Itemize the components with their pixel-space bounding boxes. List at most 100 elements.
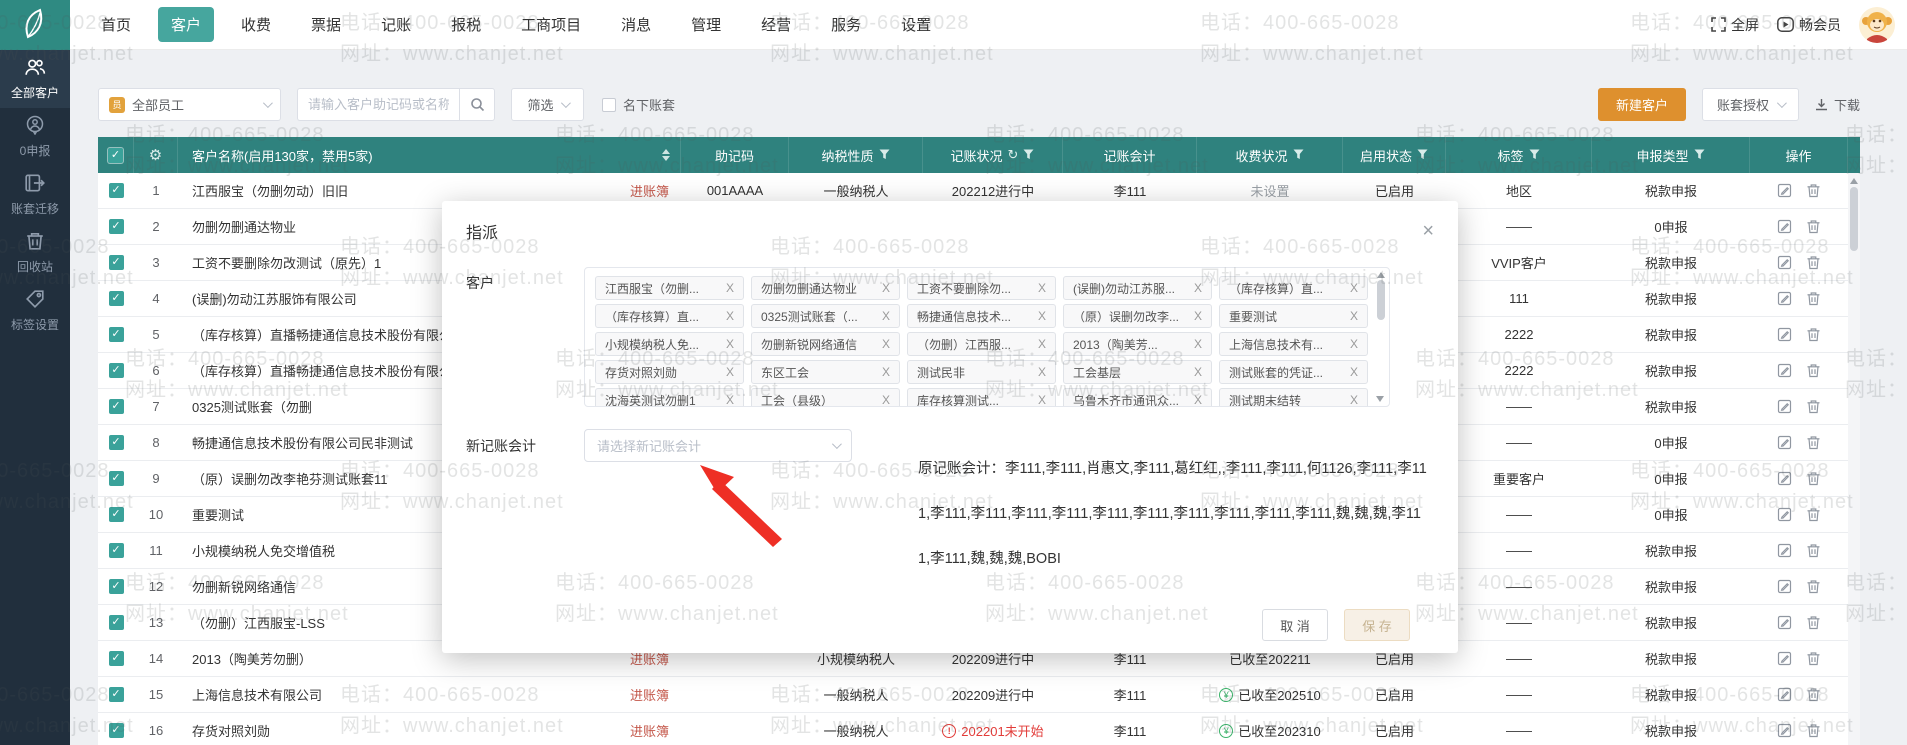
remove-tag-icon[interactable]: X [1350,337,1358,351]
edit-icon[interactable] [1777,471,1792,486]
new-customer-button[interactable]: 新建客户 [1598,88,1686,121]
remove-tag-icon[interactable]: X [1194,393,1202,407]
ledger-auth-button[interactable]: 账套授权 [1702,88,1799,121]
column-header-10[interactable]: 申报类型 [1592,137,1750,173]
remove-tag-icon[interactable]: X [1194,281,1202,295]
nav-item-11[interactable]: 设置 [888,7,944,42]
scrollbar-thumb[interactable] [1377,280,1385,320]
ledger-link[interactable]: 进账簿 [630,181,669,200]
filter-funnel-icon[interactable] [1023,148,1034,163]
delete-icon[interactable] [1806,543,1821,558]
edit-icon[interactable] [1777,651,1792,666]
column-header-11[interactable]: 操作 [1750,137,1848,173]
row-checkbox[interactable]: ✓ [109,615,124,630]
delete-icon[interactable] [1806,183,1821,198]
remove-tag-icon[interactable]: X [882,393,890,407]
remove-tag-icon[interactable]: X [882,309,890,323]
sidebar-item-2[interactable]: 账套迁移 [0,166,70,224]
fullscreen-button[interactable]: 全屏 [1711,15,1759,35]
ledger-link[interactable]: 进账簿 [630,685,669,704]
delete-icon[interactable] [1806,615,1821,630]
sidebar-item-4[interactable]: 标签设置 [0,282,70,340]
avatar[interactable] [1859,7,1895,43]
column-header-6[interactable]: 记账会计 [1063,137,1197,173]
edit-icon[interactable] [1777,507,1792,522]
filter-funnel-icon[interactable] [879,148,890,163]
delete-icon[interactable] [1806,507,1821,522]
column-header-4[interactable]: 纳税性质 [789,137,923,173]
search-input[interactable] [297,88,459,121]
column-header-3[interactable]: 助记码 [681,137,789,173]
member-button[interactable]: 畅会员 [1777,15,1841,35]
row-checkbox[interactable]: ✓ [109,651,124,666]
scroll-up-icon[interactable] [1377,272,1385,278]
delete-icon[interactable] [1806,651,1821,666]
row-checkbox[interactable]: ✓ [109,183,124,198]
delete-icon[interactable] [1806,399,1821,414]
nav-item-7[interactable]: 消息 [608,7,664,42]
column-header-5[interactable]: 记账状况↻ [923,137,1063,173]
edit-icon[interactable] [1777,723,1792,738]
filter-button[interactable]: 筛选 [511,88,584,121]
download-button[interactable]: 下载 [1815,95,1860,114]
column-header-1[interactable]: ⚙ [134,137,178,173]
new-accountant-select[interactable]: 请选择新记账会计 [584,429,852,462]
close-icon[interactable]: × [1422,221,1434,241]
remove-tag-icon[interactable]: X [726,337,734,351]
select-all-checkbox[interactable]: ✓ [108,148,123,163]
scope-checkbox[interactable] [602,98,616,112]
gear-icon[interactable]: ⚙ [149,146,162,164]
search-button[interactable] [459,88,495,121]
row-checkbox[interactable]: ✓ [109,723,124,738]
remove-tag-icon[interactable]: X [1038,365,1046,379]
column-header-8[interactable]: 启用状态 [1343,137,1446,173]
remove-tag-icon[interactable]: X [1038,393,1046,407]
delete-icon[interactable] [1806,471,1821,486]
remove-tag-icon[interactable]: X [1038,309,1046,323]
edit-icon[interactable] [1777,219,1792,234]
column-header-0[interactable]: ✓ [98,137,134,173]
delete-icon[interactable] [1806,687,1821,702]
edit-icon[interactable] [1777,435,1792,450]
filter-funnel-icon[interactable] [1293,148,1304,163]
scroll-up-icon[interactable] [1850,178,1858,184]
remove-tag-icon[interactable]: X [882,365,890,379]
row-checkbox[interactable]: ✓ [109,435,124,450]
nav-item-1[interactable]: 客户 [158,7,214,42]
edit-icon[interactable] [1777,291,1792,306]
edit-icon[interactable] [1777,327,1792,342]
remove-tag-icon[interactable]: X [1038,337,1046,351]
nav-item-8[interactable]: 管理 [678,7,734,42]
ledger-link[interactable]: 进账簿 [630,721,669,740]
row-checkbox[interactable]: ✓ [109,327,124,342]
row-checkbox[interactable]: ✓ [109,687,124,702]
edit-icon[interactable] [1777,255,1792,270]
delete-icon[interactable] [1806,723,1821,738]
row-checkbox[interactable]: ✓ [109,363,124,378]
edit-icon[interactable] [1777,687,1792,702]
nav-item-5[interactable]: 报税 [438,7,494,42]
row-checkbox[interactable]: ✓ [109,471,124,486]
delete-icon[interactable] [1806,363,1821,378]
row-checkbox[interactable]: ✓ [109,219,124,234]
row-checkbox[interactable]: ✓ [109,399,124,414]
edit-icon[interactable] [1777,615,1792,630]
tagbox-scrollbar[interactable] [1374,270,1387,404]
column-header-9[interactable]: 标签 [1446,137,1592,173]
remove-tag-icon[interactable]: X [882,281,890,295]
edit-icon[interactable] [1777,543,1792,558]
filter-funnel-icon[interactable] [1529,148,1540,163]
delete-icon[interactable] [1806,219,1821,234]
filter-funnel-icon[interactable] [1417,148,1428,163]
column-header-2[interactable]: 客户名称(启用130家，禁用5家) [178,137,681,173]
nav-item-0[interactable]: 首页 [88,7,144,42]
employee-filter-select[interactable]: 员 全部员工 [98,88,281,121]
scrollbar-thumb[interactable] [1850,187,1858,251]
nav-item-2[interactable]: 收费 [228,7,284,42]
remove-tag-icon[interactable]: X [1350,365,1358,379]
cancel-button[interactable]: 取 消 [1262,609,1328,641]
nav-item-3[interactable]: 票据 [298,7,354,42]
remove-tag-icon[interactable]: X [1350,281,1358,295]
app-logo[interactable] [0,0,70,50]
remove-tag-icon[interactable]: X [1194,337,1202,351]
